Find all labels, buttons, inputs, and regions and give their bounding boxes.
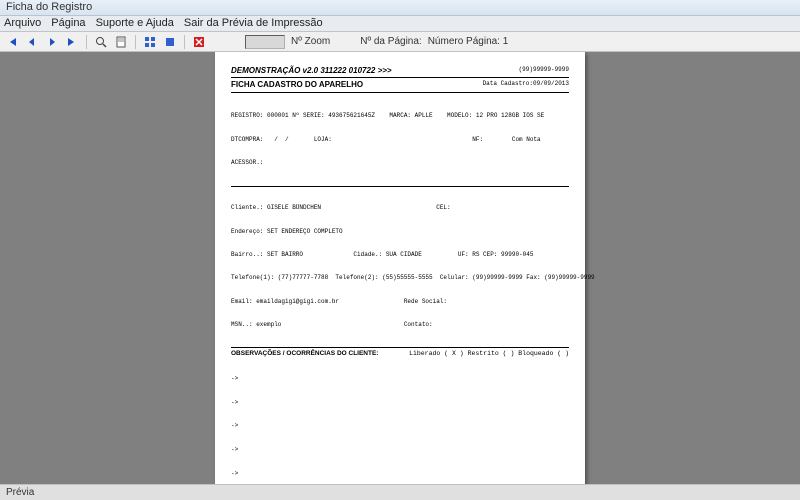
- obs-arrow: ->: [231, 470, 569, 478]
- page-view-button[interactable]: [113, 34, 129, 50]
- doc-obs-header-row: OBSERVAÇÕES / OCORRÊNCIAS DO CLIENTE: Li…: [231, 350, 569, 358]
- menu-arquivo[interactable]: Arquivo: [4, 17, 41, 30]
- status-bar: Prévia: [0, 484, 800, 500]
- page-number-label: Nº da Página:: [360, 36, 421, 47]
- doc-phone: (99)99999-9999: [519, 66, 569, 76]
- window-titlebar: Ficha do Registro: [0, 0, 800, 16]
- menu-sair[interactable]: Sair da Prévia de Impressão: [184, 17, 323, 30]
- toolbar-separator: [86, 35, 87, 49]
- obs-arrow: ->: [231, 375, 569, 383]
- obs-arrow: ->: [231, 399, 569, 407]
- doc-reg-line1: REGISTRO: 000001 Nº SERIE: 493675621645Z…: [231, 112, 569, 120]
- doc-obs-header: OBSERVAÇÕES / OCORRÊNCIAS DO CLIENTE:: [231, 350, 378, 358]
- zoom-tool-button[interactable]: [93, 34, 109, 50]
- doc-cli-line3: Bairro..: SET BAIRRO Cidade.: SUA CIDADE…: [231, 251, 569, 259]
- menu-suporte[interactable]: Suporte e Ajuda: [96, 17, 174, 30]
- status-text: Prévia: [6, 487, 34, 498]
- doc-obs-flags: Liberado ( X ) Restrito ( ) Bloqueado ( …: [409, 350, 569, 358]
- doc-reg-line3: ACESSOR.:: [231, 159, 569, 167]
- single-view-button[interactable]: [162, 34, 178, 50]
- obs-arrow: ->: [231, 446, 569, 454]
- doc-cli-line1: Cliente.: GISELE BÜNDCHEN CEL:: [231, 204, 569, 212]
- doc-cliente-block: Cliente.: GISELE BÜNDCHEN CEL: Endereço:…: [231, 189, 569, 345]
- toolbar: Nº Zoom Nº da Página: Número Página: 1: [0, 32, 800, 52]
- doc-data-cadastro: Data Cadastro:09/09/2013: [483, 80, 569, 90]
- nav-prev-button[interactable]: [24, 34, 40, 50]
- page-number-info: Número Página: 1: [428, 36, 509, 47]
- nav-next-button[interactable]: [44, 34, 60, 50]
- grid-view-button[interactable]: [142, 34, 158, 50]
- toolbar-separator: [135, 35, 136, 49]
- nav-first-button[interactable]: [4, 34, 20, 50]
- doc-cli-line2: Endereço: SET ENDEREÇO COMPLETO: [231, 228, 569, 236]
- doc-registro-block: REGISTRO: 000001 Nº SERIE: 493675621645Z…: [231, 97, 569, 183]
- nav-last-button[interactable]: [64, 34, 80, 50]
- menu-pagina[interactable]: Página: [51, 17, 85, 30]
- print-page: DEMONSTRAÇÃO v2.0 311222 010722 >>> (99)…: [215, 52, 585, 484]
- doc-demo-header: DEMONSTRAÇÃO v2.0 311222 010722 >>>: [231, 66, 392, 76]
- divider: [231, 186, 569, 187]
- doc-cli-line4: Telefone(1): (77)77777-7788 Telefone(2):…: [231, 274, 569, 282]
- menu-bar: Arquivo Página Suporte e Ajuda Sair da P…: [0, 16, 800, 32]
- window-title: Ficha do Registro: [6, 1, 92, 13]
- close-preview-button[interactable]: [191, 34, 207, 50]
- zoom-label: Nº Zoom: [291, 36, 330, 47]
- doc-title: FICHA CADASTRO DO APARELHO: [231, 80, 363, 90]
- obs-arrow: ->: [231, 422, 569, 430]
- divider: [231, 347, 569, 348]
- doc-cli-line6: MSN..: exemplo Contato:: [231, 321, 569, 329]
- preview-area: DEMONSTRAÇÃO v2.0 311222 010722 >>> (99)…: [0, 52, 800, 484]
- doc-obs-arrows: -> -> -> -> ->: [231, 359, 569, 484]
- zoom-input[interactable]: [245, 35, 285, 49]
- doc-reg-line2: DTCOMPRA: / / LOJA: NF: Com Nota: [231, 136, 569, 144]
- toolbar-separator: [184, 35, 185, 49]
- doc-cli-line5: Email: emaildagigi@gigi.com.br Rede Soci…: [231, 298, 569, 306]
